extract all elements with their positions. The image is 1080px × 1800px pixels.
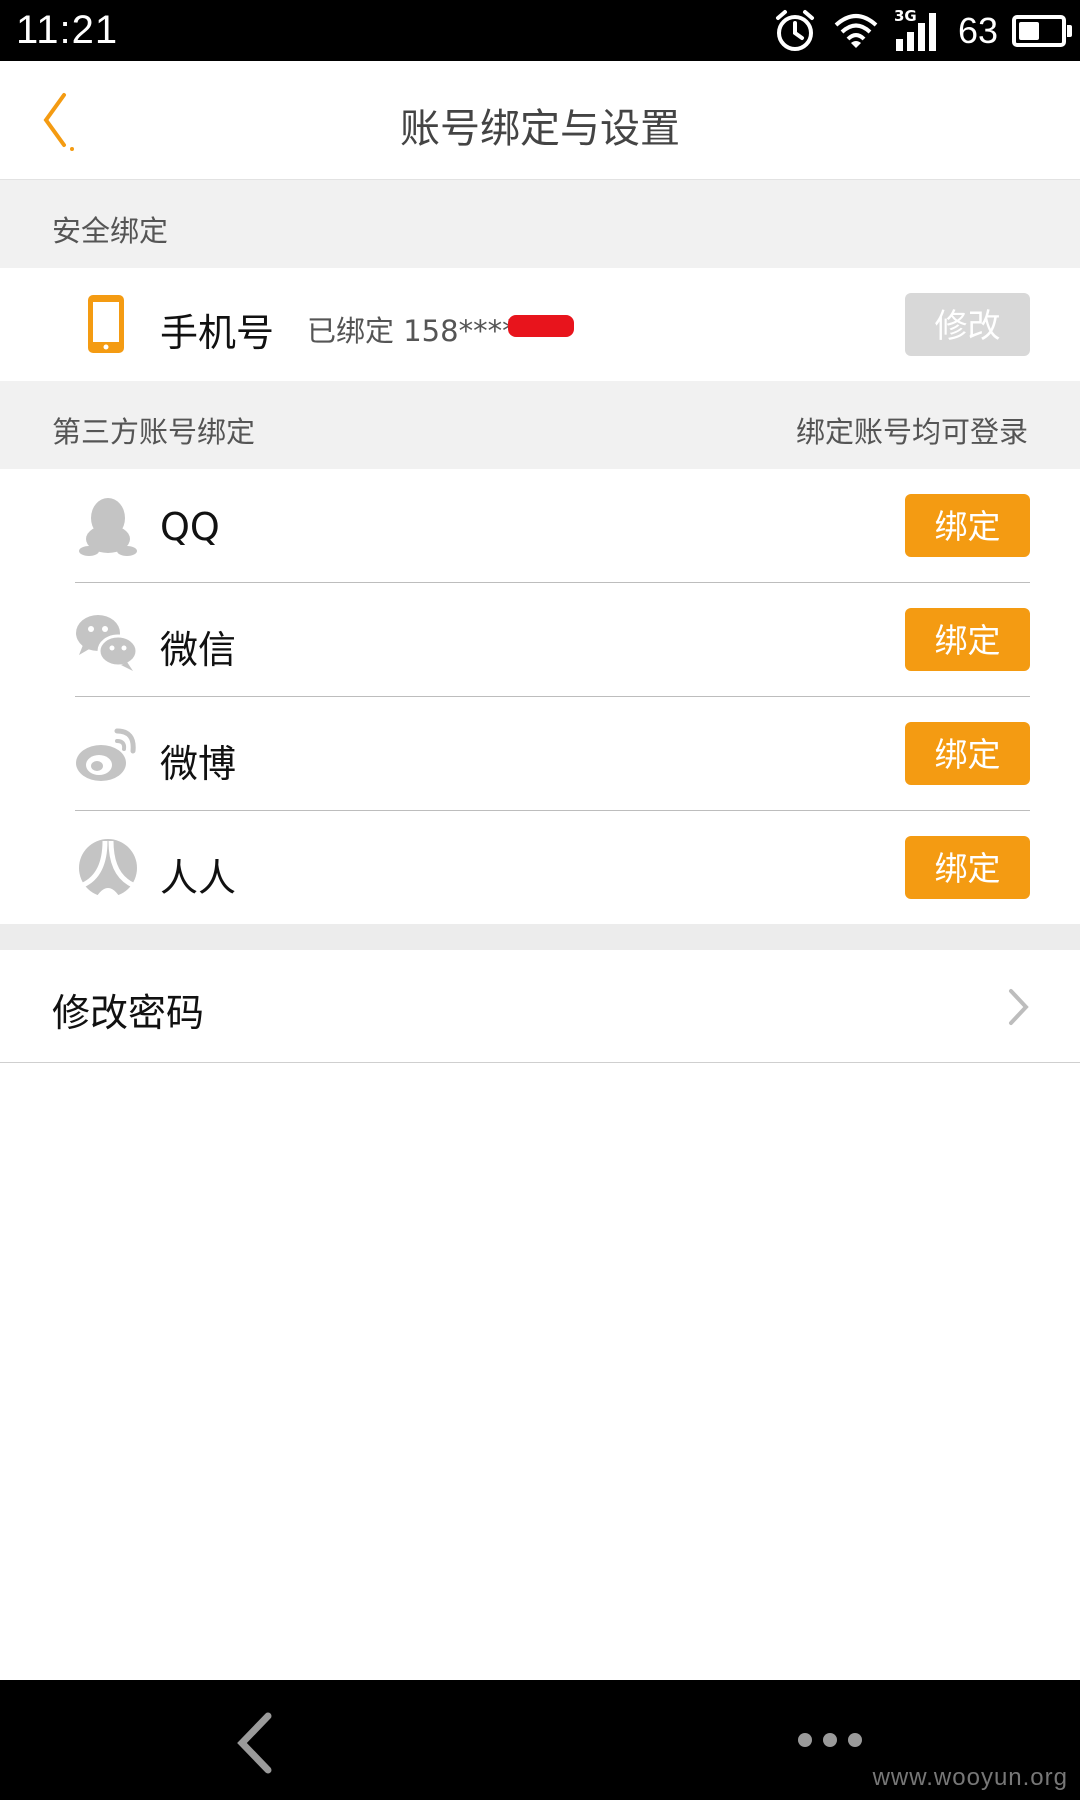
status-bar: 11:21 3G 63 <box>0 0 1080 61</box>
third-party-section-header: 第三方账号绑定 绑定账号均可登录 <box>0 381 1080 469</box>
status-time: 11:21 <box>16 8 119 52</box>
nav-back-icon[interactable] <box>230 1710 280 1776</box>
page-title: 账号绑定与设置 <box>400 106 680 152</box>
redaction-mark <box>508 315 574 337</box>
weibo-label: 微博 <box>160 742 237 786</box>
change-password-label: 修改密码 <box>52 991 205 1035</box>
bind-weibo-button[interactable]: 绑定 <box>905 722 1030 785</box>
watermark: www.wooyun.org <box>872 1764 1068 1791</box>
status-icons: 3G 63 <box>758 6 1072 56</box>
bind-qq-button[interactable]: 绑定 <box>905 494 1030 557</box>
qq-icon <box>79 498 137 556</box>
qq-label: QQ <box>160 505 220 549</box>
bind-renren-button[interactable]: 绑定 <box>905 836 1030 899</box>
wechat-label: 微信 <box>160 628 237 672</box>
phone-icon <box>88 295 124 353</box>
weibo-row: 微博 绑定 <box>0 697 1080 810</box>
phone-status: 已绑定 158**** <box>307 314 517 348</box>
third-party-section-title: 第三方账号绑定 <box>52 415 256 449</box>
system-nav-bar: www.wooyun.org <box>0 1680 1080 1800</box>
battery-percent: 63 <box>957 10 998 51</box>
renren-icon <box>79 839 137 899</box>
weibo-icon <box>76 728 136 781</box>
wechat-row: 微信 绑定 <box>0 583 1080 696</box>
renren-label: 人人 <box>160 856 237 900</box>
signal-icon: 3G <box>894 7 944 53</box>
third-party-hint: 绑定账号均可登录 <box>795 415 1028 449</box>
renren-row: 人人 绑定 <box>0 811 1080 924</box>
app-header: 账号绑定与设置 <box>0 61 1080 180</box>
change-password-row[interactable]: 修改密码 <box>0 950 1080 1063</box>
battery-icon <box>1012 15 1072 47</box>
qq-row: QQ 绑定 <box>0 469 1080 582</box>
modify-phone-button[interactable]: 修改 <box>905 293 1030 356</box>
security-section-title: 安全绑定 <box>52 214 169 248</box>
wechat-icon <box>76 615 139 671</box>
alarm-icon <box>775 10 814 51</box>
phone-label: 手机号 <box>160 311 275 355</box>
section-gap <box>0 924 1080 950</box>
more-dots-icon[interactable] <box>795 1728 865 1752</box>
chevron-right-icon <box>1009 989 1029 1025</box>
wifi-icon <box>834 14 878 48</box>
security-section-header: 安全绑定 <box>0 180 1080 268</box>
bind-wechat-button[interactable]: 绑定 <box>905 608 1030 671</box>
